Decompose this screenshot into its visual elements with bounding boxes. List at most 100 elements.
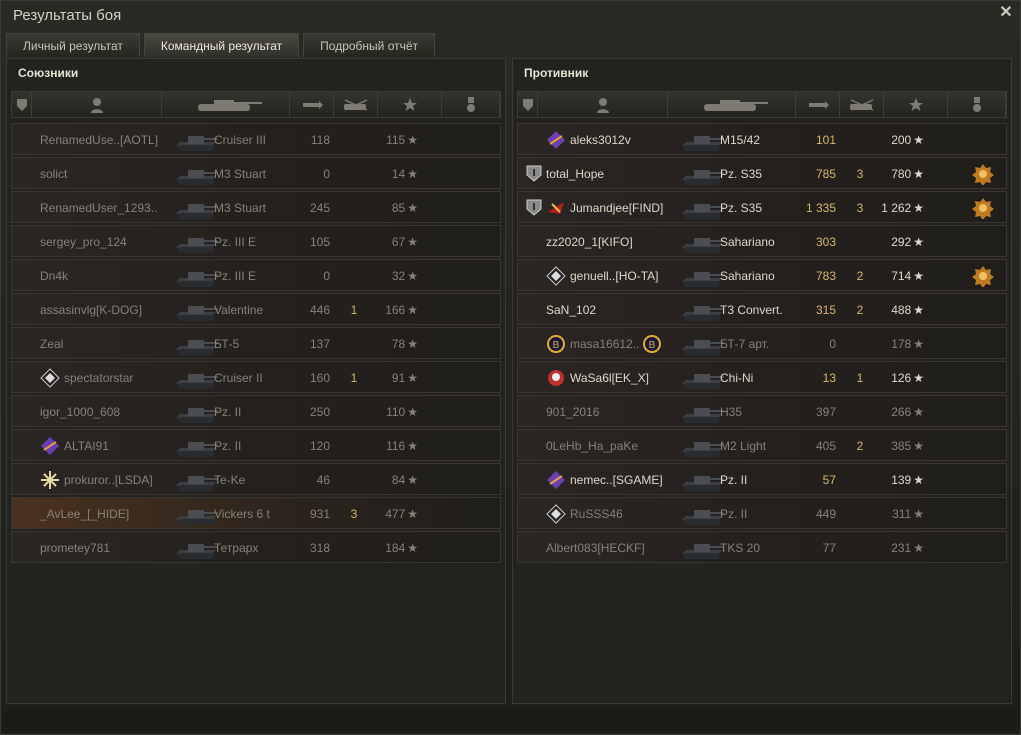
shield-badge-icon <box>526 165 542 182</box>
table-row[interactable]: Zeal БТ-5 137 78 ★ <box>11 327 501 359</box>
player-name[interactable]: RenamedUser_1293.. <box>40 201 157 215</box>
damage-value: 0 <box>829 337 836 351</box>
xp-value: 311 ★ <box>854 507 924 521</box>
close-icon[interactable]: ✕ <box>998 5 1014 21</box>
frags-icon[interactable] <box>840 92 884 117</box>
medal-column-icon[interactable] <box>442 92 500 117</box>
table-row[interactable]: RenamedUse..[AOTL] Cruiser III 118 115 ★ <box>11 123 501 155</box>
player-name[interactable]: assasinvlg[K-DOG] <box>40 303 142 317</box>
player-name[interactable]: zz2020_1[KIFO] <box>546 235 633 249</box>
player-name[interactable]: aleks3012v <box>570 133 631 147</box>
player-name[interactable]: RenamedUse..[AOTL] <box>40 133 158 147</box>
table-row[interactable]: spectatorstar Cruiser II 160 1 91 ★ <box>11 361 501 393</box>
star-icon: ★ <box>913 473 924 487</box>
allies-table-header <box>11 91 501 118</box>
tab-personal-result[interactable]: Личный результат <box>6 33 140 57</box>
player-name[interactable]: 901_2016 <box>546 405 599 419</box>
player-name[interactable]: solict <box>40 167 67 181</box>
damage-icon[interactable] <box>796 92 840 117</box>
table-row[interactable]: RuSSS46 Pz. II 449 311 ★ <box>517 497 1007 529</box>
tank-icon[interactable] <box>668 92 796 117</box>
player-name[interactable]: prometey781 <box>40 541 110 555</box>
table-row[interactable]: ALTAI91 Pz. II 120 116 ★ <box>11 429 501 461</box>
table-row[interactable]: _AvLee_[_HIDE] Vickers 6 t 931 3 477 ★ <box>11 497 501 529</box>
xp-star-icon[interactable] <box>378 92 442 117</box>
clan-emblem-icon <box>40 368 60 388</box>
table-row[interactable]: prometey781 Тетрарх 318 184 ★ <box>11 531 501 563</box>
table-row[interactable]: 901_2016 H35 397 266 ★ <box>517 395 1007 427</box>
svg-text:B: B <box>553 340 560 351</box>
player-name[interactable]: masa16612.. <box>570 337 639 351</box>
table-row[interactable]: genuell..[HO-TA] Sahariano 783 2 714 ★ <box>517 259 1007 291</box>
xp-number: 116 <box>386 439 406 453</box>
tab-bar: Личный результат Командный результат Под… <box>6 33 436 57</box>
xp-number: 91 <box>391 371 406 385</box>
table-row[interactable]: Jumandjee[FIND] Pz. S35 1 335 3 1 262 ★ <box>517 191 1007 223</box>
player-name[interactable]: Zeal <box>40 337 63 351</box>
player-name[interactable]: WaSa6l[EK_X] <box>570 371 649 385</box>
player-name[interactable]: genuell..[HO-TA] <box>570 269 658 283</box>
table-row[interactable]: WaSa6l[EK_X] Chi-Ni 13 1 126 ★ <box>517 361 1007 393</box>
xp-value: 85 ★ <box>348 201 418 215</box>
tab-team-result[interactable]: Командный результат <box>143 33 300 57</box>
tank-icon <box>678 502 726 528</box>
player-name[interactable]: _AvLee_[_HIDE] <box>40 507 129 521</box>
table-row[interactable]: 0LeHb_Ha_paKe M2 Light 405 2 385 ★ <box>517 429 1007 461</box>
player-name[interactable]: 0LeHb_Ha_paKe <box>546 439 638 453</box>
table-row[interactable]: sergey_pro_124 Pz. III E 105 67 ★ <box>11 225 501 257</box>
shield-icon[interactable] <box>12 92 32 117</box>
player-name[interactable]: spectatorstar <box>64 371 133 385</box>
xp-star-icon[interactable] <box>884 92 948 117</box>
player-name[interactable]: Albert083[HECKF] <box>546 541 645 555</box>
player-name[interactable]: nemec..[SGAME] <box>570 473 663 487</box>
player-name[interactable]: RuSSS46 <box>570 507 623 521</box>
xp-number: 178 <box>891 337 912 351</box>
player-name[interactable]: ALTAI91 <box>64 439 109 453</box>
medal-column-icon[interactable] <box>948 92 1006 117</box>
clan-emblem-icon <box>546 130 566 150</box>
shield-badge-icon <box>526 199 542 216</box>
tab-detailed-report[interactable]: Подробный отчёт <box>303 33 436 57</box>
table-row[interactable]: igor_1000_608 Pz. II 250 110 ★ <box>11 395 501 427</box>
player-name[interactable]: Dn4k <box>40 269 68 283</box>
table-row[interactable]: total_Hope Pz. S35 785 3 780 ★ <box>517 157 1007 189</box>
player-name[interactable]: Jumandjee[FIND] <box>570 201 663 215</box>
damage-value: 785 <box>815 167 836 181</box>
table-row[interactable]: aleks3012v M15/42 101 200 ★ <box>517 123 1007 155</box>
table-row[interactable]: nemec..[SGAME] Pz. II 57 139 ★ <box>517 463 1007 495</box>
table-row[interactable]: assasinvlg[K-DOG] Valentine 446 1 166 ★ <box>11 293 501 325</box>
player-name[interactable]: SaN_102 <box>546 303 596 317</box>
titlebar: Результаты боя ✕ <box>1 1 1020 31</box>
table-row[interactable]: Albert083[HECKF] TKS 20 77 231 ★ <box>517 531 1007 563</box>
tank-icon <box>678 366 726 392</box>
frags-icon[interactable] <box>334 92 378 117</box>
star-icon: ★ <box>913 405 924 419</box>
player-name[interactable]: total_Hope <box>546 167 604 181</box>
shield-icon[interactable] <box>518 92 538 117</box>
player-name[interactable]: sergey_pro_124 <box>40 235 127 249</box>
medal-icon[interactable] <box>972 163 994 186</box>
table-row[interactable]: zz2020_1[KIFO] Sahariano 303 292 ★ <box>517 225 1007 257</box>
damage-value: 137 <box>309 337 330 351</box>
tank-icon <box>172 264 220 290</box>
player-icon[interactable] <box>538 92 668 117</box>
xp-number: 67 <box>391 235 406 249</box>
table-row[interactable]: Bmasa16612.. B БТ-7 арт. 0 178 ★ <box>517 327 1007 359</box>
table-row[interactable]: solict M3 Stuart 0 14 ★ <box>11 157 501 189</box>
damage-icon[interactable] <box>290 92 334 117</box>
table-row[interactable]: Dn4k Pz. III E 0 32 ★ <box>11 259 501 291</box>
tank-name: H35 <box>720 405 743 419</box>
table-row[interactable]: prokuror..[LSDA] Te-Ke 46 84 ★ <box>11 463 501 495</box>
player-name[interactable]: prokuror..[LSDA] <box>64 473 153 487</box>
player-name[interactable]: igor_1000_608 <box>40 405 120 419</box>
tank-icon[interactable] <box>162 92 290 117</box>
xp-number: 231 <box>891 541 912 555</box>
xp-value: 292 ★ <box>854 235 924 249</box>
medal-icon[interactable] <box>972 265 994 288</box>
table-row[interactable]: RenamedUser_1293.. M3 Stuart 245 85 ★ <box>11 191 501 223</box>
table-row[interactable]: SaN_102 T3 Convert. 315 2 488 ★ <box>517 293 1007 325</box>
enemies-table-header <box>517 91 1007 118</box>
player-icon[interactable] <box>32 92 162 117</box>
xp-number: 477 <box>385 507 406 521</box>
medal-icon[interactable] <box>972 197 994 220</box>
